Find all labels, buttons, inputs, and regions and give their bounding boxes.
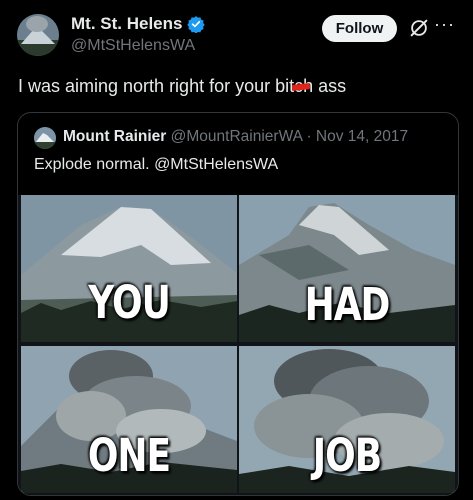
meme-panel-1: YOU [21,195,237,342]
meme-panel-3: ONE [21,346,237,493]
meme-panel-4: JOB [239,346,455,493]
quoted-handle[interactable]: @MountRainierWA [171,128,302,145]
more-icon[interactable]: ··· [434,14,455,35]
tweet-text-part: ass [313,76,347,96]
meme-caption: YOU [88,277,171,330]
meme-caption: HAD [304,279,391,332]
meme-caption: JOB [312,430,382,483]
quoted-text: Explode normal. @MtStHelensWA [34,156,279,173]
meme-image[interactable]: YOU HAD ONE JOB [18,195,458,495]
quoted-tweet[interactable]: Mount Rainier @MountRainierWA · Nov 14, … [17,112,459,496]
handle[interactable]: @MtStHelensWA [71,37,195,55]
meme-caption: ONE [87,430,171,483]
avatar[interactable] [17,14,59,56]
grok-icon[interactable] [408,17,430,39]
tweet-text-part: I was aiming north right for your bit [18,76,295,96]
meme-panel-2: HAD [239,195,455,342]
follow-button[interactable]: Follow [322,15,397,42]
quoted-display-name[interactable]: Mount Rainier [63,128,166,145]
separator-dot: · [306,128,312,145]
quoted-avatar[interactable] [34,127,56,149]
quoted-date[interactable]: Nov 14, 2017 [316,128,408,145]
display-name[interactable]: Mt. St. Helens [71,14,182,34]
tweet-text: I was aiming north right for your bitch … [18,76,346,97]
verified-badge-icon [187,16,206,33]
